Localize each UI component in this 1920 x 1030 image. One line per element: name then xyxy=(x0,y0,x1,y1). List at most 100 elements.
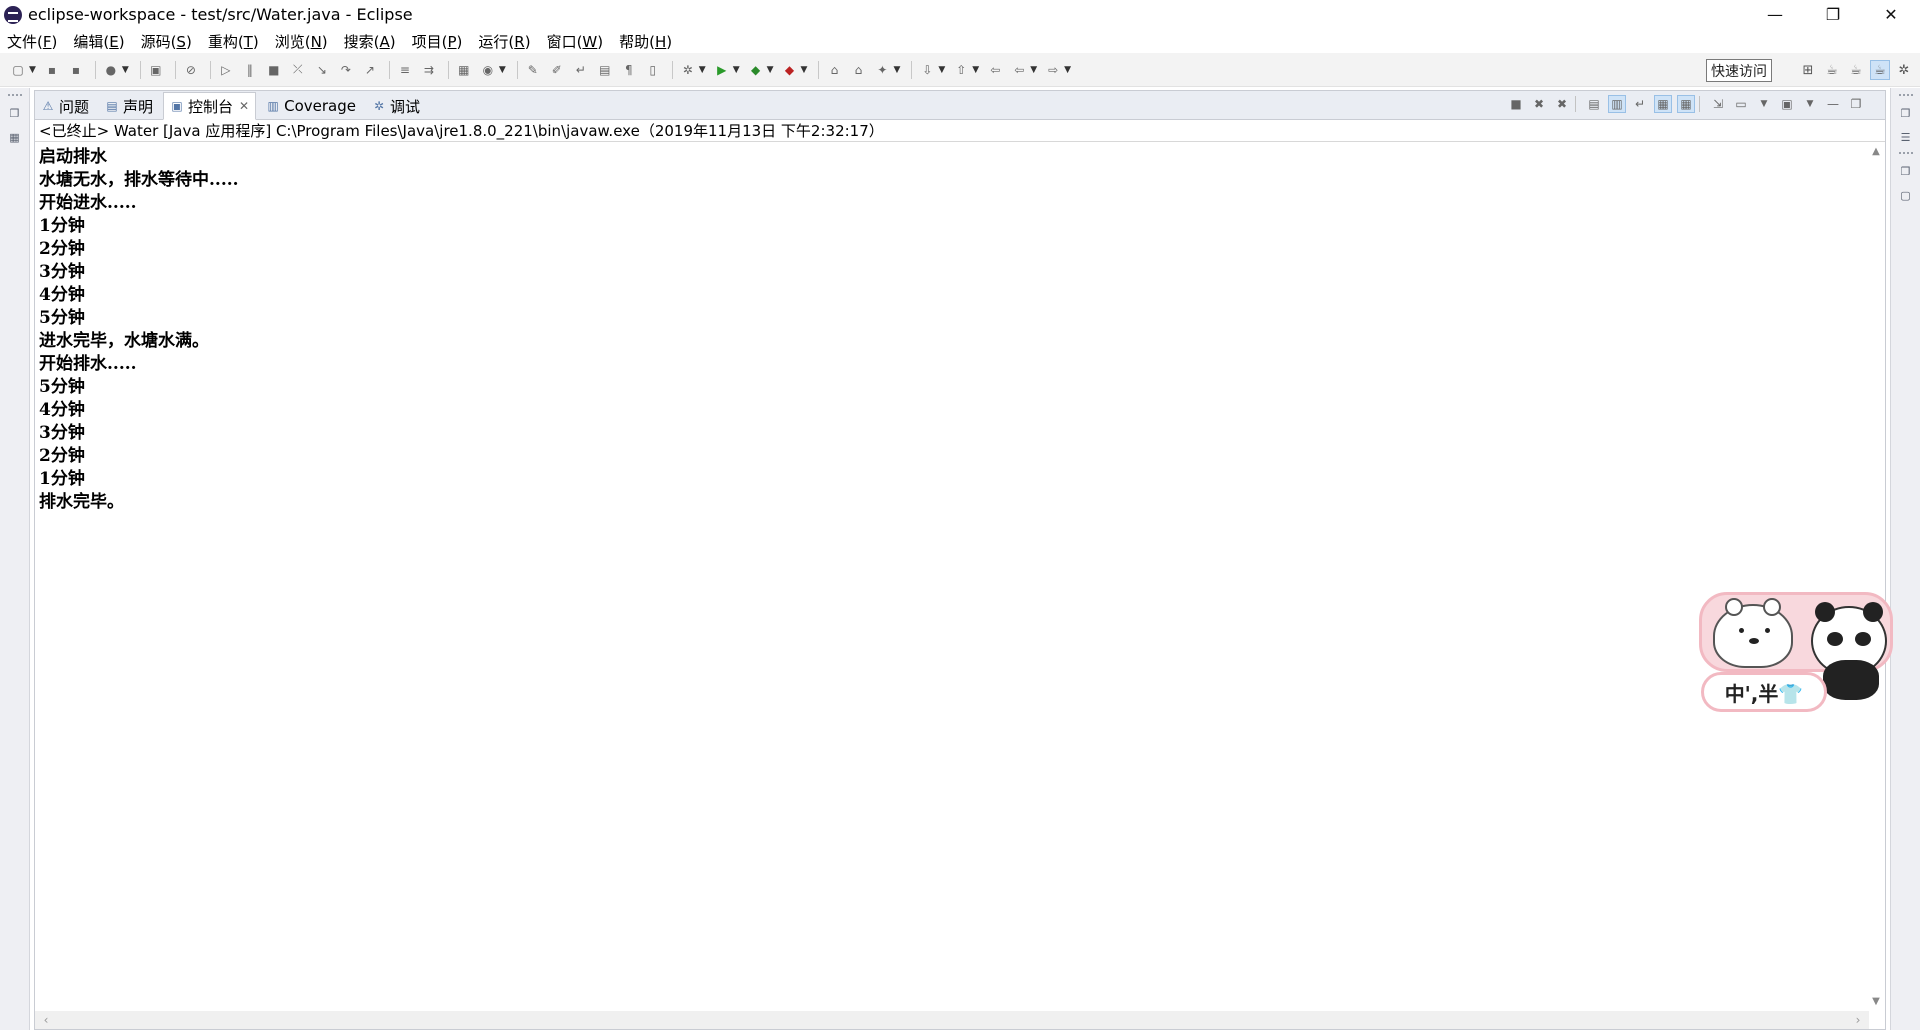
restore-button[interactable]: ❐ xyxy=(1804,0,1862,29)
remove-launch-icon[interactable]: ✖ xyxy=(1530,95,1548,113)
open-console-dropdown-icon[interactable]: ▼ xyxy=(1801,95,1819,113)
tab-debug[interactable]: ✲ 调试 xyxy=(366,93,426,119)
skip-breakpoints-icon[interactable]: ⊘ xyxy=(181,60,201,80)
search-dropdown-icon[interactable]: ▼ xyxy=(893,65,900,75)
next-annotation-icon[interactable]: ⇩ xyxy=(917,60,937,80)
scroll-right-icon[interactable]: › xyxy=(1849,1011,1867,1029)
scroll-up-icon[interactable]: ▲ xyxy=(1867,143,1885,161)
debug-dropdown-icon[interactable]: ▼ xyxy=(699,65,706,75)
save-icon[interactable]: ▪ xyxy=(42,60,62,80)
pin-console-icon[interactable]: ⇲ xyxy=(1709,95,1727,113)
profile-icon[interactable]: ● xyxy=(101,60,121,80)
new-java-project-icon[interactable]: ▦ xyxy=(454,60,474,80)
tab-console[interactable]: ▣ 控制台 ✕ xyxy=(163,92,257,120)
java-browse-perspective-icon[interactable]: ☕ xyxy=(1870,60,1890,80)
menu-search[interactable]: 搜索(A) xyxy=(344,31,396,52)
suspend-icon[interactable]: ‖ xyxy=(240,60,260,80)
menu-refactor[interactable]: 重构(T) xyxy=(208,31,259,52)
debug-icon[interactable]: ✲ xyxy=(678,60,698,80)
menu-edit[interactable]: 编辑(E) xyxy=(73,31,124,52)
minimize-view-icon[interactable]: — xyxy=(1824,95,1842,113)
use-step-filters-icon[interactable]: ⇉ xyxy=(419,60,439,80)
show-on-stderr-icon[interactable]: ▦ xyxy=(1677,95,1695,113)
tab-problems[interactable]: ⚠ 问题 xyxy=(35,93,95,119)
open-task-icon[interactable]: ⌂ xyxy=(848,60,868,80)
ime-mode-label[interactable]: 中',半👕 xyxy=(1701,672,1827,712)
ime-status-sticker[interactable]: 中',半👕 xyxy=(1699,590,1895,716)
console-output[interactable]: 启动排水 水塘无水，排水等待中..... 开始进水..... 1分钟 2分钟 3… xyxy=(35,143,1869,1011)
block-selection-icon[interactable]: ▤ xyxy=(595,60,615,80)
display-console-icon[interactable]: ▭ xyxy=(1732,95,1750,113)
word-wrap-icon[interactable]: ↵ xyxy=(571,60,591,80)
minimize-button[interactable]: — xyxy=(1746,0,1804,29)
horizontal-scrollbar[interactable]: ‹ › xyxy=(35,1011,1869,1029)
menu-run[interactable]: 运行(R) xyxy=(478,31,530,52)
maximize-view-icon[interactable]: ❐ xyxy=(1847,95,1865,113)
annotation-icon[interactable]: ▯ xyxy=(643,60,663,80)
back-dropdown-icon[interactable]: ▼ xyxy=(1030,65,1037,75)
external-tools-icon[interactable]: ◆ xyxy=(780,60,800,80)
run-icon[interactable]: ▶ xyxy=(712,60,732,80)
menu-help[interactable]: 帮助(H) xyxy=(619,31,672,52)
terminate-icon[interactable]: ■ xyxy=(1507,95,1525,113)
tab-coverage[interactable]: ▥ Coverage xyxy=(260,93,362,119)
word-wrap-icon[interactable]: ↵ xyxy=(1631,95,1649,113)
menu-project[interactable]: 项目(P) xyxy=(412,31,463,52)
toggle-mark-icon[interactable]: ✎ xyxy=(523,60,543,80)
external-tools-dropdown-icon[interactable]: ▼ xyxy=(801,65,808,75)
resume-icon[interactable]: ▷ xyxy=(216,60,236,80)
scroll-left-icon[interactable]: ‹ xyxy=(37,1011,55,1029)
terminate-icon[interactable]: ■ xyxy=(264,60,284,80)
show-whitespace-icon[interactable]: ¶ xyxy=(619,60,639,80)
new-dropdown-icon[interactable]: ▼ xyxy=(29,65,36,75)
forward-icon[interactable]: ⇨ xyxy=(1043,60,1063,80)
drop-to-frame-icon[interactable]: ≡ xyxy=(395,60,415,80)
vertical-scrollbar[interactable]: ▲ ▼ xyxy=(1867,143,1885,1011)
menu-source[interactable]: 源码(S) xyxy=(141,31,192,52)
previous-annotation-icon[interactable]: ⇧ xyxy=(951,60,971,80)
show-on-stdout-icon[interactable]: ▦ xyxy=(1654,95,1672,113)
new-class-icon[interactable]: ◉ xyxy=(478,60,498,80)
quick-access-field[interactable]: 快速访问 xyxy=(1706,59,1772,82)
open-console-icon[interactable]: ▣ xyxy=(146,60,166,80)
clear-console-icon[interactable]: ▤ xyxy=(1585,95,1603,113)
save-all-icon[interactable]: ▪ xyxy=(66,60,86,80)
profile-dropdown-icon[interactable]: ▼ xyxy=(122,65,129,75)
trim-handle[interactable] xyxy=(1898,94,1913,98)
new-icon[interactable]: ▢ xyxy=(8,60,28,80)
last-edit-location-icon[interactable]: ⇦ xyxy=(985,60,1005,80)
back-icon[interactable]: ⇦ xyxy=(1009,60,1029,80)
previous-annotation-dropdown-icon[interactable]: ▼ xyxy=(972,65,979,75)
highlight-icon[interactable]: ✐ xyxy=(547,60,567,80)
remove-all-terminated-icon[interactable]: ✖ xyxy=(1553,95,1571,113)
trim-handle[interactable] xyxy=(1898,152,1913,156)
run-dropdown-icon[interactable]: ▼ xyxy=(733,65,740,75)
scroll-down-icon[interactable]: ▼ xyxy=(1867,993,1885,1011)
debug-perspective-icon[interactable]: ✲ xyxy=(1894,60,1914,80)
outline-icon[interactable]: ☰ xyxy=(1898,130,1914,146)
restore-view-icon[interactable]: ❐ xyxy=(1898,164,1914,180)
scroll-lock-icon[interactable]: ▥ xyxy=(1608,95,1626,113)
trim-handle[interactable] xyxy=(7,94,22,98)
menu-window[interactable]: 窗口(W) xyxy=(547,31,604,52)
package-explorer-icon[interactable]: ▦ xyxy=(7,130,23,146)
open-type-icon[interactable]: ⌂ xyxy=(824,60,844,80)
display-console-dropdown-icon[interactable]: ▼ xyxy=(1755,95,1773,113)
open-console-icon[interactable]: ▣ xyxy=(1778,95,1796,113)
next-annotation-dropdown-icon[interactable]: ▼ xyxy=(938,65,945,75)
search-icon[interactable]: ✦ xyxy=(872,60,892,80)
new-class-dropdown-icon[interactable]: ▼ xyxy=(499,65,506,75)
close-tab-icon[interactable]: ✕ xyxy=(239,99,249,113)
open-perspective-icon[interactable]: ⊞ xyxy=(1798,60,1818,80)
step-return-icon[interactable]: ↗ xyxy=(360,60,380,80)
java-perspective-icon[interactable]: ☕ xyxy=(1846,60,1866,80)
tab-declaration[interactable]: ▤ 声明 xyxy=(99,93,159,119)
coverage-run-icon[interactable]: ◆ xyxy=(746,60,766,80)
disconnect-icon[interactable]: ⤫ xyxy=(288,60,308,80)
restore-view-icon[interactable]: ❐ xyxy=(7,106,23,122)
task-list-icon[interactable]: ▢ xyxy=(1898,188,1914,204)
restore-view-icon[interactable]: ❐ xyxy=(1898,106,1914,122)
coverage-dropdown-icon[interactable]: ▼ xyxy=(767,65,774,75)
menu-navigate[interactable]: 浏览(N) xyxy=(275,31,328,52)
close-window-button[interactable]: ✕ xyxy=(1862,0,1920,29)
